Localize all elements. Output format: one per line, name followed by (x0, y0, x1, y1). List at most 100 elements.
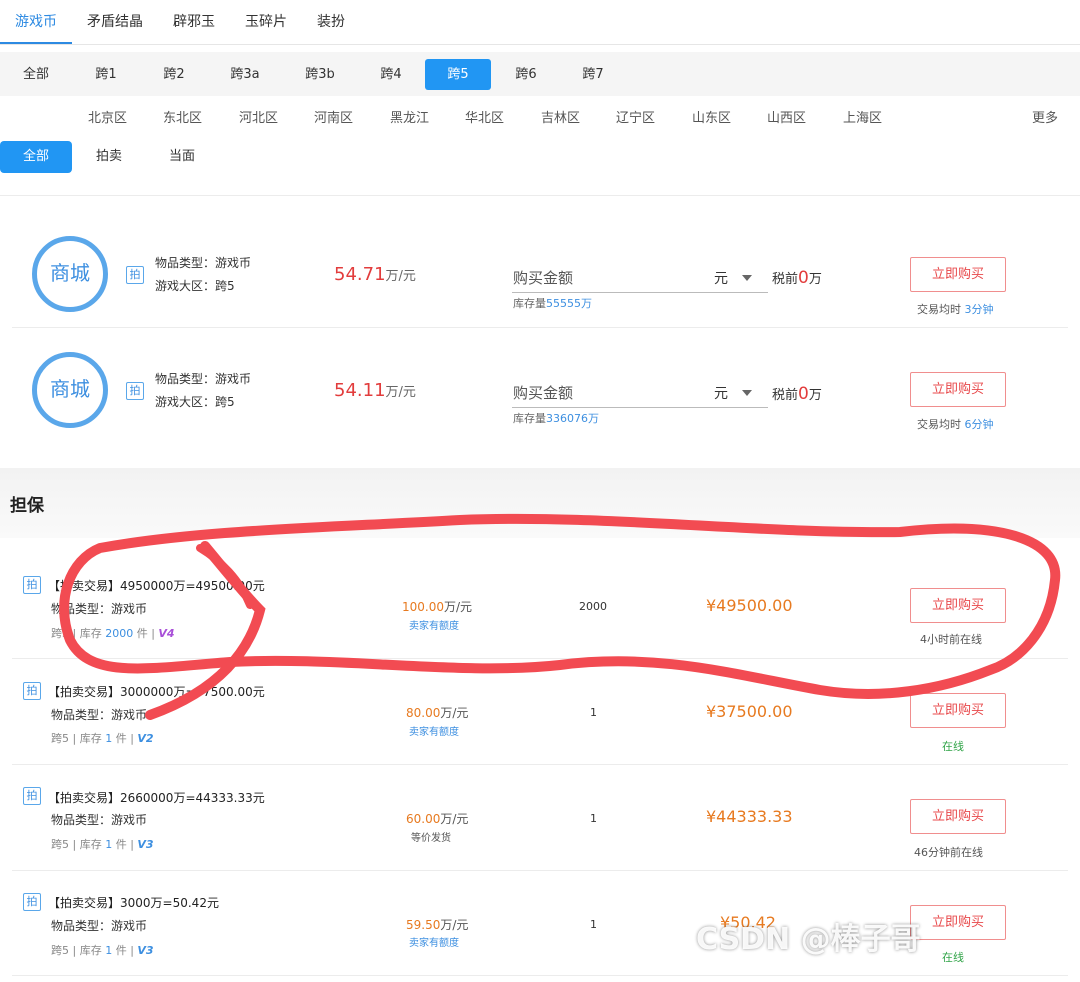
trade-type-all[interactable]: 全部 (0, 141, 72, 173)
unit-price: 54.11万/元 (334, 380, 416, 401)
chevron-down-icon[interactable] (742, 390, 752, 396)
unit-price: 59.50万/元 (406, 918, 469, 932)
listing-meta: 跨5 | 库存 1 件 | V2 (51, 732, 154, 745)
server-tab-kua3a[interactable]: 跨3a (212, 59, 278, 90)
seller-note: 等价发货 (411, 833, 451, 844)
section-title-escrow: 担保 (10, 496, 44, 516)
buy-now-button[interactable]: 立即购买 (910, 799, 1006, 834)
server-tab-kua2[interactable]: 跨2 (141, 59, 207, 90)
listing-title[interactable]: 【拍卖交易】2660000万=44333.33元 (48, 789, 265, 806)
unit-price: 80.00万/元 (406, 706, 469, 720)
listing-title[interactable]: 【拍卖交易】3000万=50.42元 (48, 894, 219, 911)
trade-type-face[interactable]: 当面 (146, 141, 218, 173)
chevron-down-icon[interactable] (742, 275, 752, 281)
watermark: CSDN @棒子哥 (696, 922, 921, 957)
region-henan[interactable]: 河南区 (314, 107, 353, 126)
auction-badge: 拍 (23, 682, 41, 700)
region-heilongjiang[interactable]: 黑龙江 (390, 107, 429, 126)
currency-select[interactable]: 元 (714, 268, 728, 288)
seller-online-status: 在线 (942, 740, 964, 753)
listing-meta: 跨5 | 库存 1 件 | V3 (51, 838, 154, 851)
buy-amount-input[interactable]: 购买金额 (513, 382, 573, 403)
seller-note: 卖家有额度 (409, 621, 459, 632)
auction-badge: 拍 (126, 266, 144, 284)
unit-price: 60.00万/元 (406, 812, 469, 826)
total-price: ¥44333.33 (706, 807, 793, 826)
listing-title[interactable]: 【拍卖交易】3000000万=37500.00元 (48, 683, 265, 700)
total-price: ¥49500.00 (706, 596, 793, 615)
tab-costume[interactable]: 装扮 (317, 0, 345, 44)
quantity: 1 (590, 918, 597, 931)
mall-listing: 商城 拍 物品类型：游戏币 游戏大区：跨5 54.11万/元 购买金额 元 库存… (12, 330, 1068, 444)
buy-now-button[interactable]: 立即购买 (910, 693, 1006, 728)
divider (12, 327, 1068, 328)
item-type: 物品类型：游戏币 (51, 602, 148, 616)
divider (12, 870, 1068, 871)
seller-online-status: 46分钟前在线 (914, 846, 983, 859)
server-tab-kua4[interactable]: 跨4 (358, 59, 424, 90)
section-separator (0, 468, 1080, 538)
auction-badge: 拍 (23, 576, 41, 594)
buy-now-button[interactable]: 立即购买 (910, 588, 1006, 623)
divider (0, 195, 1080, 196)
server-bar: 全部 跨1 跨2 跨3a 跨3b 跨4 跨5 跨6 跨7 (0, 52, 1080, 96)
buy-amount-input[interactable]: 购买金额 (513, 267, 573, 288)
auction-badge: 拍 (23, 893, 41, 911)
total-price: ¥37500.00 (706, 702, 793, 721)
item-type: 物品类型：游戏币 (155, 372, 252, 386)
buy-now-button[interactable]: 立即购买 (910, 372, 1006, 407)
region-shanghai[interactable]: 上海区 (843, 107, 882, 126)
server-tab-kua5[interactable]: 跨5 (425, 59, 491, 90)
unit-price: 100.00万/元 (402, 600, 473, 614)
region-shandong[interactable]: 山东区 (692, 107, 731, 126)
more-regions-link[interactable]: 更多 (1032, 107, 1058, 126)
server-tab-kua1[interactable]: 跨1 (73, 59, 139, 90)
auction-badge: 拍 (23, 787, 41, 805)
listing-meta: 跨5 | 库存 2000 件 | V4 (51, 627, 175, 640)
item-type: 物品类型：游戏币 (51, 813, 148, 827)
item-type: 物品类型：游戏币 (51, 919, 148, 933)
server-tab-kua6[interactable]: 跨6 (493, 59, 559, 90)
seller-online-status: 在线 (942, 951, 964, 964)
stock-amount: 库存量336076万 (513, 412, 599, 425)
region-dongbei[interactable]: 东北区 (163, 107, 202, 126)
buy-now-button[interactable]: 立即购买 (910, 905, 1006, 940)
server-tab-all[interactable]: 全部 (3, 59, 69, 90)
item-type: 物品类型：游戏币 (155, 256, 252, 270)
game-area: 游戏大区：跨5 (155, 279, 235, 293)
server-tab-kua7[interactable]: 跨7 (560, 59, 626, 90)
quantity: 1 (590, 706, 597, 719)
quantity: 2000 (579, 600, 607, 613)
listing-meta: 跨5 | 库存 1 件 | V3 (51, 944, 154, 957)
server-tab-kua3b[interactable]: 跨3b (287, 59, 353, 90)
listing-title[interactable]: 【拍卖交易】4950000万=49500.00元 (48, 577, 265, 594)
mall-logo: 商城 (32, 236, 108, 312)
divider (12, 658, 1068, 659)
region-huabei[interactable]: 华北区 (465, 107, 504, 126)
tab-evil-jade[interactable]: 辟邪玉 (173, 0, 215, 44)
buy-now-button[interactable]: 立即购买 (910, 257, 1006, 292)
trade-type-auction[interactable]: 拍卖 (73, 141, 145, 173)
region-beijing[interactable]: 北京区 (88, 107, 127, 126)
mall-logo: 商城 (32, 352, 108, 428)
region-hebei[interactable]: 河北区 (239, 107, 278, 126)
seller-note: 卖家有额度 (409, 727, 459, 738)
divider (12, 764, 1068, 765)
input-underline (512, 407, 768, 408)
tab-jade-shard[interactable]: 玉碎片 (245, 0, 287, 44)
region-jilin[interactable]: 吉林区 (541, 107, 580, 126)
avg-trade-time: 交易均时 3分钟 (917, 303, 994, 316)
auction-badge: 拍 (126, 382, 144, 400)
tab-shield-crystal[interactable]: 矛盾结晶 (87, 0, 143, 44)
mall-listing: 商城 拍 物品类型：游戏币 游戏大区：跨5 54.71万/元 购买金额 元 库存… (12, 214, 1068, 328)
tab-game-currency[interactable]: 游戏币 (0, 0, 72, 44)
game-area: 游戏大区：跨5 (155, 395, 235, 409)
stock-amount: 库存量55555万 (513, 297, 592, 310)
category-tabs: 游戏币 矛盾结晶 辟邪玉 玉碎片 装扮 (0, 0, 1080, 44)
currency-select[interactable]: 元 (714, 383, 728, 403)
avg-trade-time: 交易均时 6分钟 (917, 418, 994, 431)
unit-price: 54.71万/元 (334, 264, 416, 285)
input-underline (512, 292, 768, 293)
region-liaoning[interactable]: 辽宁区 (616, 107, 655, 126)
region-shanxi[interactable]: 山西区 (767, 107, 806, 126)
